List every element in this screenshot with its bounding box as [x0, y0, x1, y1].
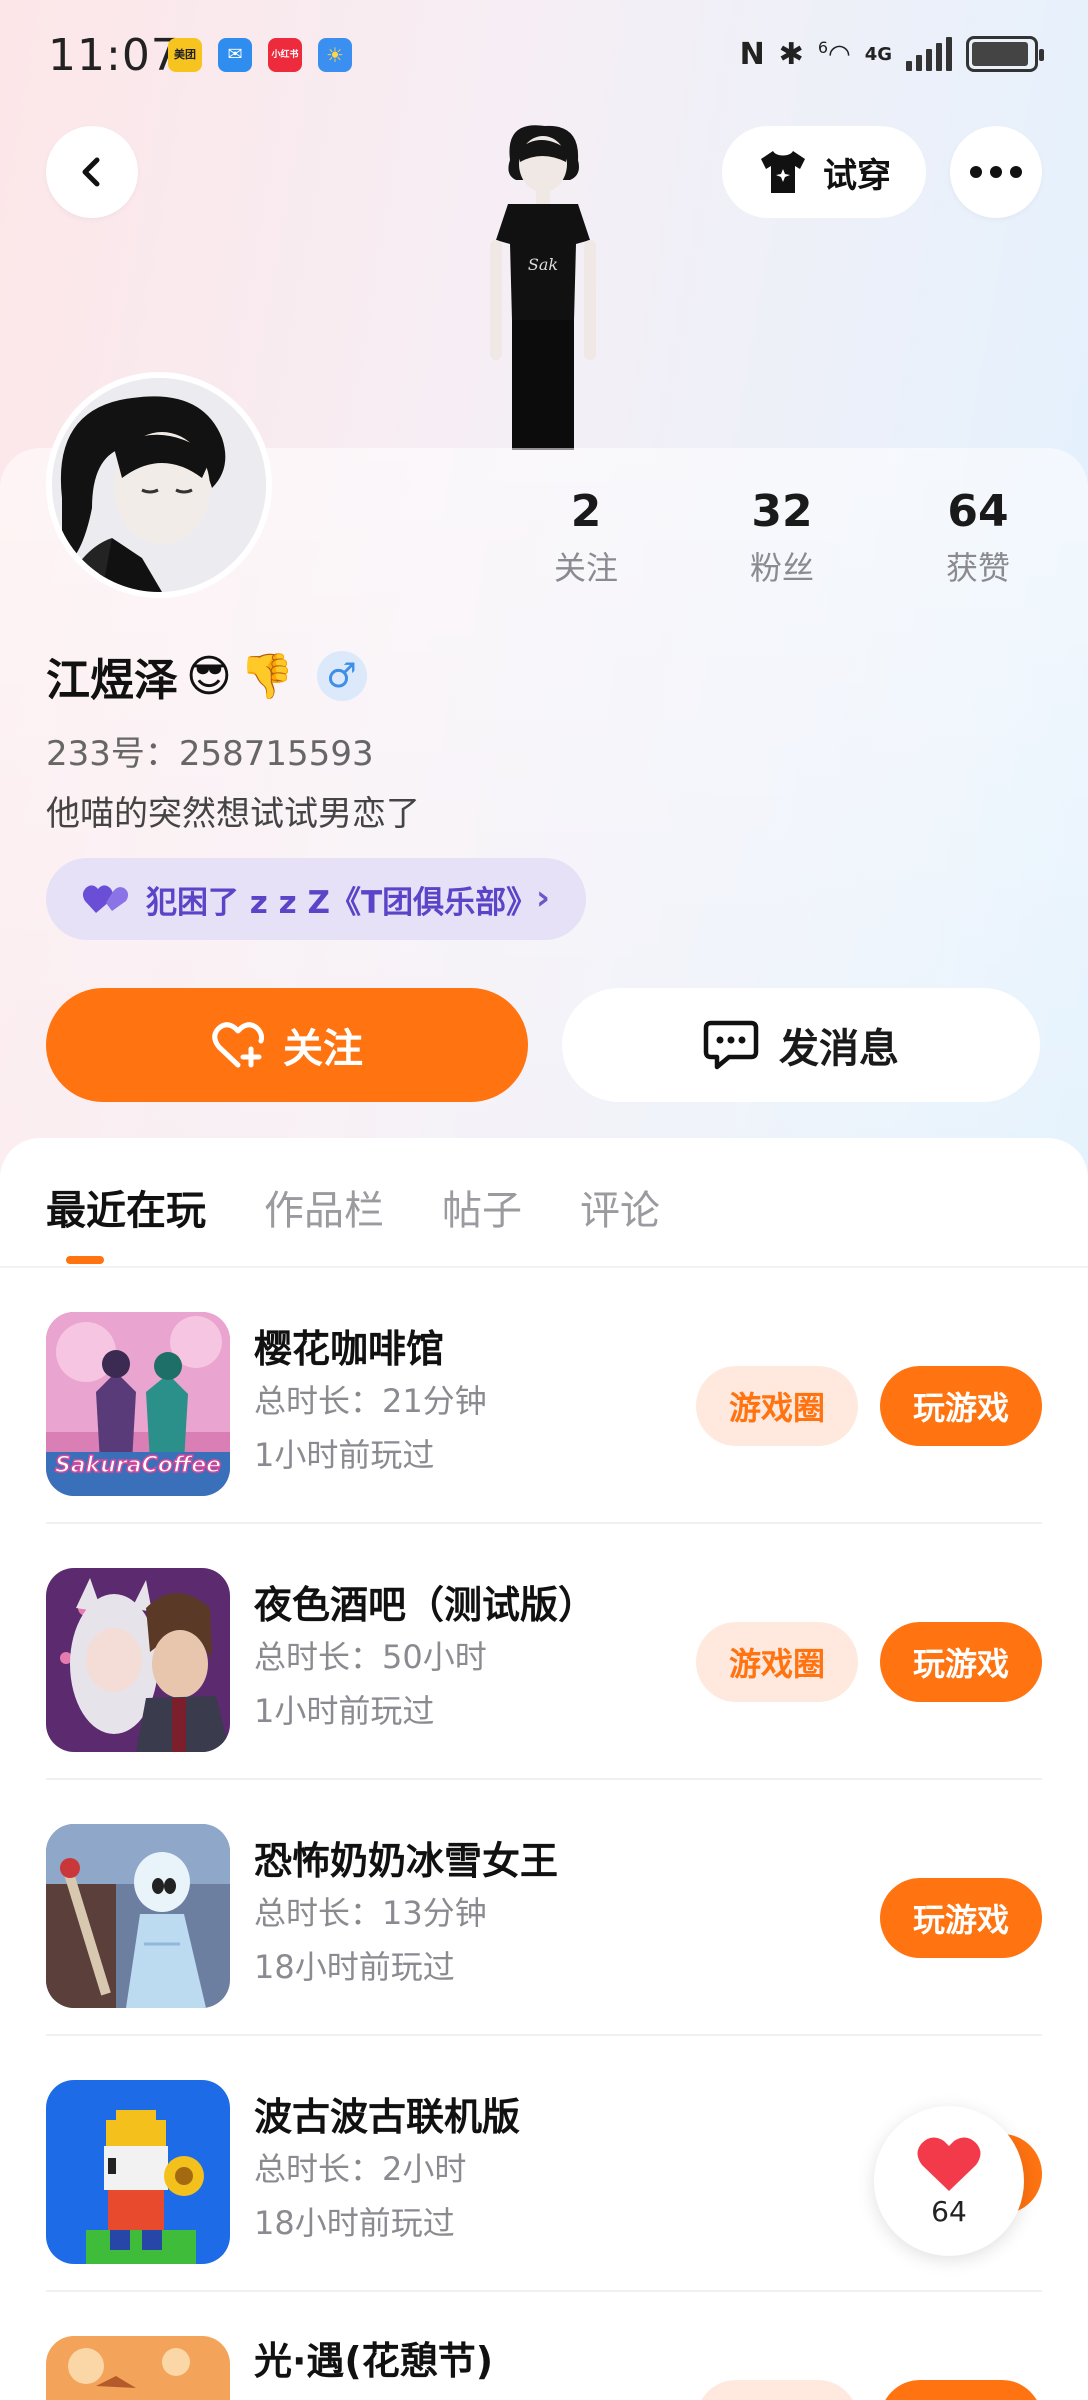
game-duration: 总时长：2小时 [254, 2150, 467, 2188]
game-icon-sakura-coffee[interactable]: SakuraCoffee [46, 1312, 230, 1496]
heart-icon [917, 2136, 981, 2191]
thumbs-down-emoji-icon: 👎 [239, 651, 295, 702]
tabs-divider [0, 1266, 1088, 1268]
message-app-icon: ✉ [218, 38, 252, 72]
game-circle-button[interactable]: 游戏圈 [696, 1366, 858, 1446]
avatar[interactable] [46, 372, 272, 598]
bluetooth-icon: ✱ [778, 36, 804, 72]
stat-fans-label: 粉丝 [749, 549, 814, 587]
game-last-played: 1小时前玩过 [254, 1692, 435, 1730]
tab-works[interactable]: 作品栏 [264, 1178, 384, 1236]
game-duration: 总时长：50小时 [254, 1638, 487, 1676]
game-title: 光·遇(花憩节) [254, 2339, 494, 2383]
tshirt-icon [761, 151, 805, 193]
back-button[interactable] [46, 126, 138, 218]
username-text: 江煜泽 [46, 655, 178, 706]
stat-likes-label: 获赞 [945, 549, 1010, 587]
double-heart-icon [82, 885, 129, 913]
stat-likes[interactable]: 64 获赞 [898, 486, 1058, 589]
game-duration: 总时长：21分钟 [254, 1382, 487, 1420]
battery-icon [966, 36, 1044, 72]
chevron-right-icon: › [535, 878, 550, 918]
signal-icon [906, 37, 952, 71]
game-row-granny-ice-queen[interactable]: 恐怖奶奶冰雪女王 总时长：13分钟 18小时前玩过 玩游戏 [46, 1782, 1042, 2036]
user-bio: 他喵的突然想试试男恋了 [46, 794, 420, 834]
network-type-icon: 4G [864, 43, 892, 65]
floating-like-button[interactable]: 64 [874, 2106, 1024, 2256]
sakura-coffee-logo-text: SakuraCoffee [55, 1453, 221, 1478]
row-divider [46, 1522, 1042, 1524]
tab-active-indicator [66, 1256, 104, 1264]
status-bar: 11:07 美团 ✉ 小红书 ☀ Ν ✱ 6◠ 4G [0, 0, 1088, 110]
stat-fans[interactable]: 32 粉丝 [702, 486, 862, 589]
row-divider [46, 2290, 1042, 2292]
game-last-played: 1小时前玩过 [254, 1436, 435, 1474]
game-title: 恐怖奶奶冰雪女王 [254, 1839, 559, 1883]
user-id[interactable]: 233号：258715593 [46, 726, 374, 775]
game-row-sky[interactable]: 光·遇(花憩节) [46, 2294, 1042, 2400]
chat-bubble-icon [703, 1020, 759, 1070]
play-game-button[interactable] [880, 2380, 1042, 2400]
game-icon-sky[interactable] [46, 2336, 230, 2400]
game-title: 波古波古联机版 [254, 2095, 521, 2139]
game-circle-button[interactable]: 游戏圈 [696, 1622, 858, 1702]
play-game-button[interactable]: 玩游戏 [880, 1622, 1042, 1702]
game-circle-button[interactable] [696, 2380, 858, 2400]
chevron-left-icon [82, 157, 100, 187]
game-row-night-bar[interactable]: 夜色酒吧（测试版） 总时长：50小时 1小时前玩过 游戏圈 玩游戏 [46, 1526, 1042, 1780]
game-title: 樱花咖啡馆 [254, 1327, 445, 1371]
message-label: 发消息 [779, 1026, 899, 1072]
try-on-button[interactable]: 试穿 [722, 126, 926, 218]
stat-likes-value: 64 [947, 486, 1009, 537]
row-divider [46, 2034, 1042, 2036]
weather-app-icon: ☀ [318, 38, 352, 72]
message-button[interactable]: 发消息 [562, 988, 1040, 1102]
play-game-button[interactable]: 玩游戏 [880, 1366, 1042, 1446]
game-icon-pogo-pogo[interactable] [46, 2080, 230, 2264]
stat-following-label: 关注 [553, 549, 618, 587]
svg-text:Sak: Sak [528, 255, 558, 274]
more-dots-icon [970, 166, 1022, 178]
game-icon-night-bar[interactable] [46, 1568, 230, 1752]
play-game-button[interactable]: 玩游戏 [880, 1878, 1042, 1958]
club-chip[interactable]: 犯困了 z z Z《T团俱乐部》 › [46, 858, 586, 940]
like-count: 64 [931, 2194, 967, 2228]
game-row-sakura-coffee[interactable]: SakuraCoffee 樱花咖啡馆 总时长：21分钟 1小时前玩过 游戏圈 玩… [46, 1270, 1042, 1524]
username: 江煜泽 😎 👎 ♂ [46, 644, 367, 708]
stat-following-value: 2 [570, 486, 602, 537]
sunglasses-emoji-icon: 😎 [186, 650, 232, 702]
game-duration: 总时长：13分钟 [254, 1894, 487, 1932]
heart-plus-icon [212, 1022, 265, 1068]
row-divider [46, 1778, 1042, 1780]
profile-tabs: 最近在玩 作品栏 帖子 评论 [46, 1178, 660, 1236]
tab-comments[interactable]: 评论 [580, 1178, 660, 1236]
game-title: 夜色酒吧（测试版） [254, 1583, 597, 1627]
status-icons: Ν ✱ 6◠ 4G [739, 32, 1044, 76]
tab-recently-played[interactable]: 最近在玩 [46, 1178, 206, 1236]
tab-posts[interactable]: 帖子 [442, 1178, 522, 1236]
avatar-image [52, 378, 266, 592]
xiaohongshu-app-icon: 小红书 [268, 38, 302, 72]
game-last-played: 18小时前玩过 [254, 1948, 455, 1986]
game-icon-granny-ice-queen[interactable] [46, 1824, 230, 2008]
meituan-app-icon: 美团 [168, 38, 202, 72]
nfc-icon: Ν [739, 36, 765, 72]
avatar-3d-figure[interactable]: Sak [450, 120, 630, 450]
status-time: 11:07 [48, 30, 180, 81]
game-last-played: 18小时前玩过 [254, 2204, 455, 2242]
stat-following[interactable]: 2 关注 [506, 486, 666, 589]
follow-button[interactable]: 关注 [46, 988, 528, 1102]
more-options-button[interactable] [950, 126, 1042, 218]
club-chip-text: 犯困了 z z Z《T团俱乐部》 [146, 884, 538, 921]
wifi-icon: 6◠ [817, 38, 851, 70]
try-on-label: 试穿 [823, 155, 891, 196]
male-gender-icon: ♂ [316, 651, 367, 701]
follow-label: 关注 [283, 1026, 363, 1072]
stat-fans-value: 32 [751, 486, 813, 537]
